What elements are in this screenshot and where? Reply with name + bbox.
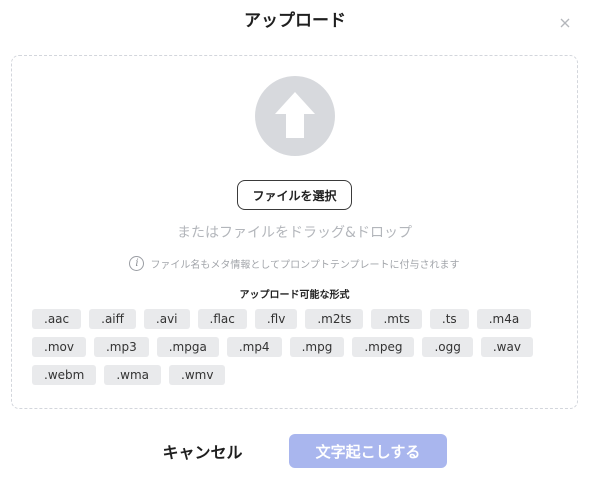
format-chip: .wav [480, 337, 533, 357]
select-file-button[interactable]: ファイルを選択 [237, 180, 352, 210]
format-chip: .m2ts [305, 309, 364, 329]
format-chip: .aac [32, 309, 82, 329]
drop-instruction: またはファイルをドラッグ&ドロップ [177, 225, 412, 241]
format-chip: .ogg [422, 337, 473, 357]
format-chip: .m4a [476, 309, 532, 329]
format-chip: .wmv [169, 365, 226, 385]
cancel-button[interactable]: キャンセル [150, 438, 255, 464]
info-icon: i [129, 256, 145, 271]
upload-dialog: アップロード ファイルを選択 またはファイルをドラッグ&ドロップ i ファイル名… [0, 0, 590, 482]
format-chip: .wma [104, 365, 161, 385]
format-chip: .webm [32, 365, 97, 385]
format-chip: .mp4 [226, 337, 282, 357]
format-chip: .mov [32, 337, 86, 357]
format-chip: .mts [371, 309, 422, 329]
close-icon[interactable] [558, 15, 572, 29]
formats-title: アップロード可能な形式 [239, 290, 350, 301]
info-text: ファイル名もメタ情報としてプロンプトテンプレートに付与されます [150, 260, 460, 271]
format-chip: .mpeg [352, 337, 415, 357]
format-chip: .mpg [289, 337, 345, 357]
transcribe-button[interactable]: 文字起こしする [289, 434, 447, 468]
file-dropzone[interactable]: ファイルを選択 またはファイルをドラッグ&ドロップ i ファイル名もメタ情報とし… [11, 55, 578, 409]
format-chip: .aiff [89, 309, 136, 329]
dialog-title: アップロード [244, 11, 346, 31]
format-chip: .ts [429, 309, 469, 329]
format-list: .aac .aiff .avi .flac .flv .m2ts .mts .ts .m4a .m… [32, 309, 562, 385]
format-chip: .mp3 [93, 337, 149, 357]
info-note: i ファイル名もメタ情報としてプロンプトテンプレートに付与されます [12, 256, 577, 271]
format-chip: .avi [143, 309, 190, 329]
arrow-up-icon [255, 76, 335, 156]
format-chip: .flac [197, 309, 247, 329]
format-chip: .mpga [156, 337, 219, 357]
format-chip: .flv [254, 309, 298, 329]
